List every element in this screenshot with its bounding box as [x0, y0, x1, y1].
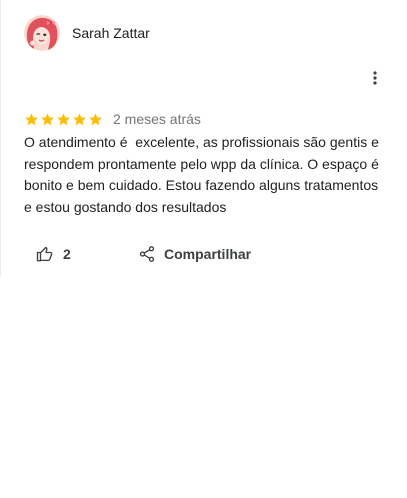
like-button[interactable]: 2 — [36, 243, 71, 265]
share-label: Compartilhar — [164, 246, 252, 262]
author-name[interactable]: Sarah Zattar — [72, 24, 150, 42]
star-icon — [73, 112, 86, 125]
more-options-button[interactable] — [363, 66, 387, 90]
avatar[interactable] — [24, 15, 60, 51]
star-icon — [25, 112, 38, 125]
rating-row: 2 meses atrás — [24, 110, 201, 128]
like-count: 2 — [63, 246, 71, 262]
review-card: Sarah Zattar 2 meses atrás O atendimento… — [0, 0, 407, 277]
star-icon — [41, 112, 54, 125]
star-icon — [57, 112, 70, 125]
thumbs-up-icon — [36, 246, 53, 262]
star-rating — [24, 112, 103, 127]
share-icon — [139, 246, 155, 262]
review-text: O atendimento é excelente, as profission… — [24, 134, 383, 215]
star-icon — [89, 112, 102, 125]
share-button[interactable]: Compartilhar — [138, 243, 251, 265]
review-date: 2 meses atrás — [113, 111, 201, 127]
more-vertical-icon — [373, 71, 377, 85]
